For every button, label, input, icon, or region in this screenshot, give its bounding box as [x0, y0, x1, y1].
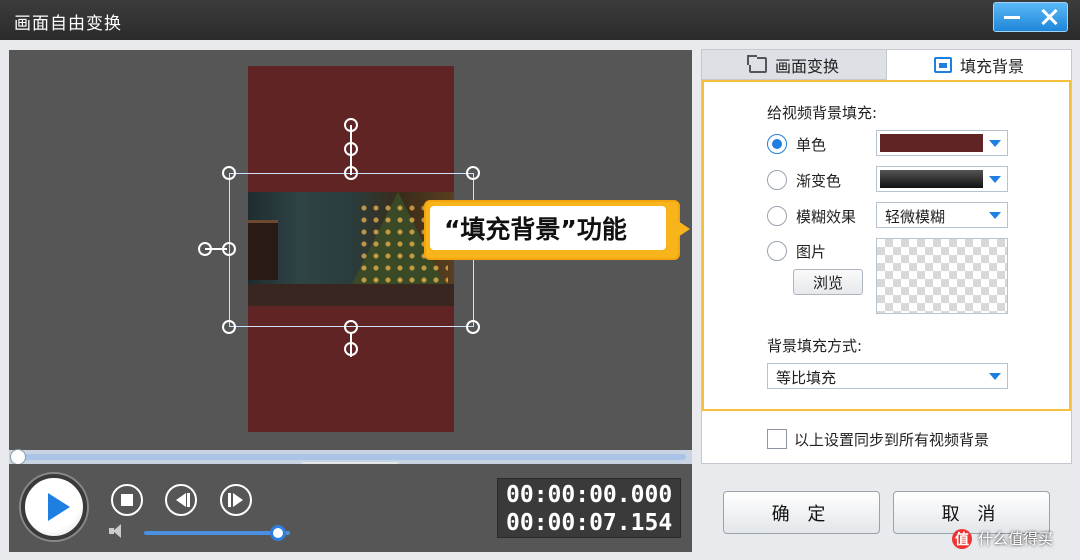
tab-transform[interactable]: 画面变换: [702, 50, 887, 80]
stop-button[interactable]: [111, 484, 143, 516]
timecode-total: 00:00:07.154: [506, 510, 673, 536]
tab-transform-label: 画面变换: [774, 56, 839, 76]
window-title: 画面自由变换: [14, 14, 122, 34]
browse-button[interactable]: 浏览: [793, 269, 863, 295]
solid-color-dropdown[interactable]: [876, 130, 1008, 156]
resize-handle-bottom[interactable]: [344, 320, 358, 334]
image-preview: [876, 238, 1008, 314]
close-button[interactable]: [1031, 3, 1068, 31]
radio-blur[interactable]: [767, 206, 787, 226]
play-icon: [48, 493, 70, 521]
callout-text: “填充背景”功能: [430, 206, 666, 250]
option-solid-color-label: 单色: [796, 136, 827, 154]
dropdown-arrow-icon: [989, 373, 1001, 380]
transform-icon: [746, 54, 767, 73]
fill-settings-section: 给视频背景填充: 单色 渐变色 模糊效果 轻微模糊 图片 浏览 背景填充方式: …: [702, 80, 1071, 411]
fill-mode-label: 背景填充方式:: [767, 337, 863, 355]
volume-slider-track[interactable]: [144, 531, 290, 535]
volume-slider-thumb[interactable]: [270, 525, 287, 541]
resize-handle-top[interactable]: [344, 166, 358, 180]
radio-solid-color[interactable]: [767, 134, 787, 154]
timeline-thumb[interactable]: [10, 449, 26, 465]
option-image-label: 图片: [796, 243, 827, 261]
dropdown-arrow-icon: [989, 212, 1001, 219]
rotate-handle-bottom[interactable]: [344, 342, 358, 356]
fill-background-icon: [933, 57, 952, 73]
timecode-display: 00:00:00.000 00:00:07.154: [497, 478, 681, 538]
resize-handle-bottom-left[interactable]: [222, 320, 236, 334]
stop-icon: [121, 494, 133, 506]
radio-image[interactable]: [767, 241, 787, 261]
player-controls: 00:00:00.000 00:00:07.154: [9, 464, 692, 552]
radio-gradient[interactable]: [767, 170, 787, 190]
next-icon: [233, 493, 243, 507]
timecode-current: 00:00:00.000: [506, 482, 673, 508]
window-controls: [993, 2, 1068, 32]
feature-callout: “填充背景”功能: [424, 200, 680, 260]
minimize-icon: [1004, 15, 1021, 19]
next-bar: [228, 493, 231, 507]
tab-bar: 画面变换 填充背景: [702, 50, 1071, 80]
resize-handle-left[interactable]: [222, 242, 236, 256]
speaker-icon[interactable]: [109, 524, 125, 538]
close-icon: [1039, 7, 1059, 27]
blur-value: 轻微模糊: [885, 208, 946, 226]
dropdown-arrow-icon: [989, 140, 1001, 147]
previous-icon: [176, 493, 186, 507]
settings-panel: 画面变换 填充背景 给视频背景填充: 单色 渐变色 模糊效果 轻微模糊 图片 浏…: [701, 49, 1072, 464]
watermark-text: 什么值得买: [978, 530, 1054, 548]
resize-handle-top-right[interactable]: [466, 166, 480, 180]
callout-arrow-icon: [678, 221, 690, 237]
tab-fill-background-label: 填充背景: [959, 57, 1024, 76]
option-blur-label: 模糊效果: [796, 208, 857, 226]
previous-bar: [187, 493, 190, 507]
resize-handle-top-left[interactable]: [222, 166, 236, 180]
gradient-swatch: [880, 170, 983, 188]
sync-label: 以上设置同步到所有视频背景: [794, 431, 990, 449]
watermark-badge: 值: [952, 529, 972, 549]
timeline[interactable]: [9, 449, 692, 465]
previous-frame-button[interactable]: [165, 484, 197, 516]
rotate-handle-top[interactable]: [344, 118, 358, 132]
timeline-track[interactable]: [19, 454, 686, 460]
fill-section-label: 给视频背景填充:: [767, 104, 878, 122]
ok-button[interactable]: 确 定: [723, 491, 880, 534]
gradient-dropdown[interactable]: [876, 166, 1008, 192]
minimize-button[interactable]: [994, 3, 1031, 31]
fill-mode-dropdown[interactable]: 等比填充: [767, 363, 1008, 389]
option-gradient-label: 渐变色: [796, 172, 842, 190]
blur-dropdown[interactable]: 轻微模糊: [876, 202, 1008, 228]
title-bar: 画面自由变换: [0, 0, 1080, 40]
dropdown-arrow-icon: [989, 176, 1001, 183]
resize-handle-top-mid[interactable]: [344, 142, 358, 156]
solid-color-swatch: [880, 134, 983, 152]
rotate-handle-left[interactable]: [198, 242, 212, 256]
next-frame-button[interactable]: [220, 484, 252, 516]
resize-handle-bottom-right[interactable]: [466, 320, 480, 334]
sync-checkbox[interactable]: [767, 429, 787, 449]
fill-mode-value: 等比填充: [776, 369, 837, 387]
play-button[interactable]: [21, 474, 87, 540]
tab-fill-background[interactable]: 填充背景: [887, 50, 1071, 80]
